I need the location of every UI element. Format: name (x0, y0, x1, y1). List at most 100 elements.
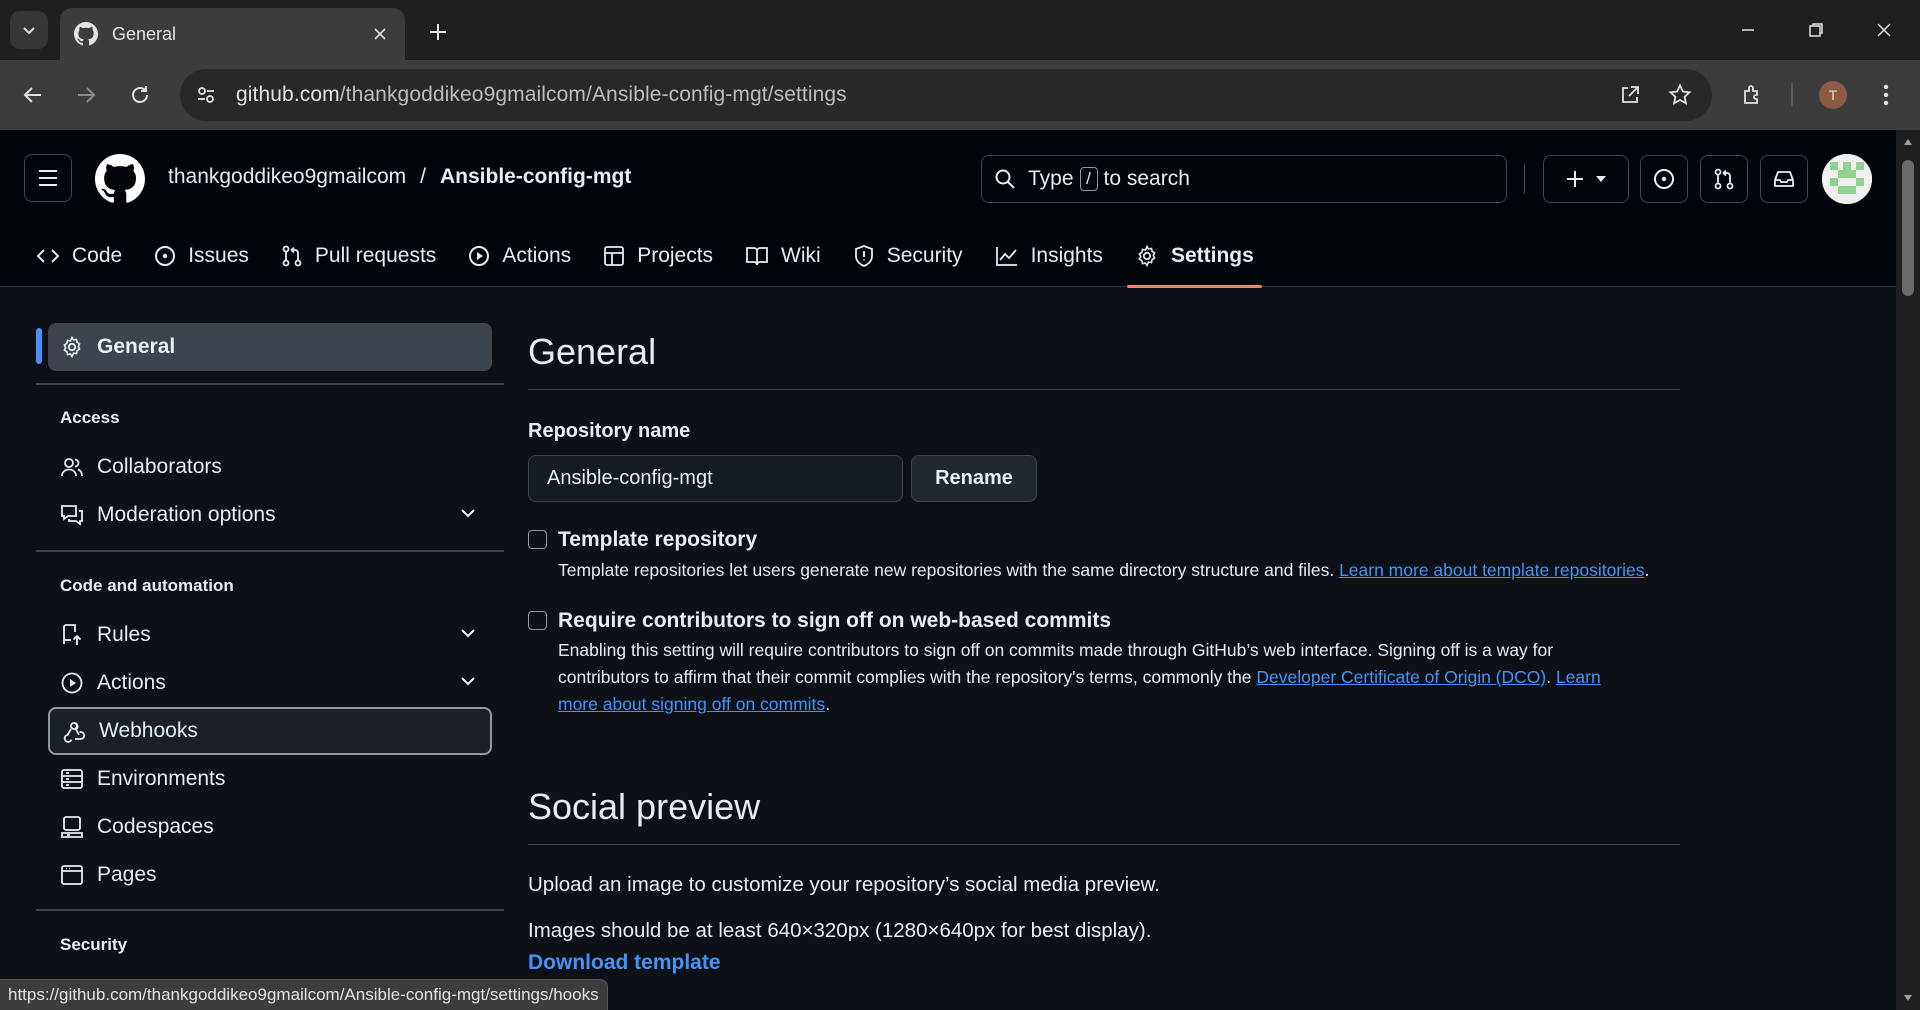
tab-search-button[interactable] (10, 11, 48, 49)
search-shortcut-key: / (1079, 167, 1098, 191)
repo-name-input[interactable]: Ansible-config-mgt (528, 455, 903, 502)
bookmark-button[interactable] (1660, 75, 1700, 115)
plus-icon (430, 24, 446, 40)
extensions-button[interactable] (1733, 75, 1773, 115)
repo-name-label: Repository name (528, 420, 691, 442)
sidebar-item-codespaces[interactable]: Codespaces (48, 803, 492, 851)
arrow-left-icon (23, 87, 41, 103)
browser-tab[interactable]: General (60, 8, 405, 60)
profile-avatar[interactable]: T (1819, 81, 1847, 109)
minimize-button[interactable] (1720, 10, 1776, 50)
social-preview-description: Upload an image to customize your reposi… (528, 873, 1161, 896)
scroll-up-icon (1904, 139, 1912, 145)
pull-requests-button[interactable] (1700, 155, 1748, 203)
breadcrumb-owner[interactable]: thankgoddikeo9gmailcom (168, 165, 406, 189)
issue-icon (155, 246, 176, 266)
back-button[interactable] (13, 75, 53, 115)
new-tab-button[interactable] (420, 16, 456, 48)
sidebar-item-label: Environments (97, 767, 226, 790)
github-favicon-icon (74, 22, 98, 46)
template-repository-checkbox[interactable] (528, 530, 547, 549)
scrollbar-thumb[interactable] (1902, 160, 1914, 296)
rename-button[interactable]: Rename (911, 455, 1037, 502)
play-icon (61, 672, 83, 694)
server-icon (61, 769, 83, 789)
caret-down-icon (1596, 176, 1606, 182)
url-host: github.com (236, 83, 340, 106)
issues-button[interactable] (1640, 155, 1688, 203)
sidebar-item-actions[interactable]: Actions (48, 659, 492, 707)
tab-label: Issues (188, 244, 249, 267)
browser-menu-button[interactable] (1866, 75, 1906, 115)
sidebar-item-environments[interactable]: Environments (48, 755, 492, 803)
tab-code[interactable]: Code (20, 225, 138, 287)
tab-settings[interactable]: Settings (1119, 225, 1270, 288)
sidebar-heading-code-automation: Code and automation (60, 576, 234, 595)
breadcrumb-repo[interactable]: Ansible-config-mgt (440, 165, 631, 189)
dco-link[interactable]: Developer Certificate of Origin (DCO) (1256, 667, 1546, 687)
create-new-button[interactable] (1543, 155, 1629, 203)
global-menu-button[interactable] (24, 154, 72, 202)
tab-pull-requests[interactable]: Pull requests (265, 225, 452, 287)
tab-label: Settings (1170, 244, 1254, 267)
browser-tab-bar: General (0, 0, 1920, 60)
tab-label: Pull requests (314, 244, 437, 267)
close-window-button[interactable] (1856, 10, 1912, 50)
forward-button[interactable] (66, 75, 106, 115)
sidebar-divider (36, 550, 504, 552)
signoff-checkbox[interactable] (528, 611, 547, 630)
template-learn-more-link[interactable]: Learn more about template repositories (1339, 560, 1644, 580)
tab-insights[interactable]: Insights (979, 225, 1119, 287)
sidebar-item-label: Pages (97, 863, 157, 886)
signoff-title: Require contributors to sign off on web-… (558, 609, 1112, 632)
sidebar-item-webhooks[interactable]: Webhooks (48, 707, 492, 755)
play-icon (469, 246, 490, 266)
open-in-app-button[interactable] (1610, 75, 1650, 115)
url-text[interactable]: github.com/thankgoddikeo9gmailcom/Ansibl… (236, 83, 1610, 107)
section-divider (528, 844, 1680, 845)
sidebar-item-pages[interactable]: Pages (48, 851, 492, 899)
arrow-right-icon (78, 87, 96, 103)
download-template-link[interactable]: Download template (528, 951, 721, 975)
github-logo-icon[interactable] (95, 154, 145, 204)
chevron-down-icon (23, 27, 35, 35)
minimize-icon (1742, 29, 1754, 31)
repo-push-icon (63, 624, 82, 645)
address-bar[interactable]: github.com/thankgoddikeo9gmailcom/Ansibl… (180, 69, 1712, 121)
page-scrollbar[interactable] (1896, 130, 1920, 1010)
signoff-description: Enabling this setting will require contr… (558, 640, 1601, 714)
section-divider (528, 389, 1680, 390)
sidebar-item-general[interactable]: General (48, 323, 492, 371)
search-icon (995, 169, 1015, 189)
tab-actions[interactable]: Actions (452, 225, 587, 287)
sidebar-item-rules[interactable]: Rules (48, 611, 492, 659)
comment-discussion-icon (61, 505, 83, 526)
tab-label: Actions (502, 244, 572, 267)
pull-request-icon (1714, 168, 1734, 190)
tab-close-icon[interactable] (369, 23, 391, 45)
status-bar-url: https://github.com/thankgoddikeo9gmailco… (0, 979, 608, 1010)
restore-button[interactable] (1788, 10, 1844, 50)
tab-projects[interactable]: Projects (587, 225, 729, 287)
breadcrumb-separator: / (420, 165, 426, 188)
tab-title: General (112, 23, 177, 44)
inbox-button[interactable] (1760, 155, 1808, 203)
tab-label: Code (72, 244, 123, 267)
gear-icon (1138, 244, 1156, 268)
reload-button[interactable] (120, 75, 160, 115)
user-avatar[interactable] (1822, 154, 1872, 204)
tab-issues[interactable]: Issues (138, 225, 265, 287)
sidebar-item-moderation[interactable]: Moderation options (48, 491, 492, 539)
search-input[interactable]: Type / to search (981, 155, 1507, 203)
chevron-down-icon (461, 677, 475, 686)
sidebar-item-label: Codespaces (97, 815, 214, 838)
site-info-button[interactable] (188, 77, 224, 113)
sidebar-item-collaborators[interactable]: Collaborators (48, 443, 492, 491)
active-indicator (36, 328, 42, 364)
tab-security[interactable]: Security (837, 225, 979, 287)
code-icon (36, 249, 60, 263)
tab-wiki[interactable]: Wiki (729, 225, 837, 287)
people-icon (61, 458, 83, 477)
plus-icon (1567, 171, 1583, 187)
codespaces-icon (61, 816, 83, 838)
